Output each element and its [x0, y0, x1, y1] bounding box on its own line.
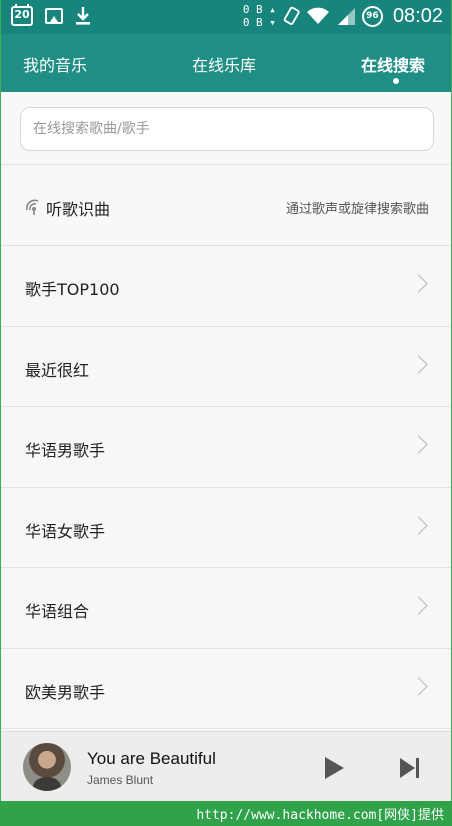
list-item-chinese-group[interactable]: 华语组合 — [1, 568, 451, 649]
network-speed: 0 B ▴ 0 B ▾ — [242, 3, 276, 29]
net-up-value: 0 B — [242, 3, 263, 16]
battery-icon: 96 — [361, 5, 383, 27]
list-item-label: 华语男歌手 — [25, 441, 106, 460]
chevron-right-icon — [409, 676, 428, 696]
list-item-chinese-female[interactable]: 华语女歌手 — [1, 487, 451, 568]
list-item-western-male[interactable]: 欧美男歌手 — [1, 648, 451, 729]
search-input[interactable] — [20, 107, 434, 151]
list-item-label: 歌手TOP100 — [25, 280, 120, 299]
signal-icon — [337, 8, 355, 25]
list-item-label: 华语组合 — [25, 602, 90, 621]
header-tabs: 我的音乐 在线乐库 在线搜索 — [1, 34, 451, 92]
tab-online-search[interactable]: 在线搜索 — [361, 52, 425, 76]
play-icon[interactable] — [323, 756, 345, 780]
footer-strip: http://www.hackhome.com[网侠]提供 — [0, 801, 452, 826]
song-artist: James Blunt — [87, 773, 154, 787]
tab-my-music[interactable]: 我的音乐 — [23, 52, 87, 76]
list-item-singer-top100[interactable]: 歌手TOP100 — [1, 246, 451, 327]
tab-online-library[interactable]: 在线乐库 — [192, 52, 256, 76]
recognition-hint: 通过歌声或旋律搜索歌曲 — [285, 202, 429, 217]
clock: 08:02 — [392, 4, 443, 27]
recognition-title: 听歌识曲 — [46, 200, 111, 219]
net-down-value: 0 B — [242, 16, 263, 29]
mini-player[interactable]: You are Beautiful James Blunt — [1, 731, 451, 801]
phone-screen: 20 0 B ▴ 0 B ▾ 96 08:02 我的音乐 在线乐库 在线搜索 在… — [0, 0, 452, 801]
list-item-label: 最近很红 — [25, 360, 90, 380]
chevron-right-icon — [409, 354, 428, 374]
chevron-right-icon — [409, 515, 428, 535]
song-title: You are Beautiful — [87, 749, 216, 768]
calendar-icon: 20 — [11, 4, 33, 26]
wifi-icon — [306, 7, 329, 24]
search-section — [1, 92, 451, 165]
chevron-right-icon — [409, 274, 428, 293]
category-list: 歌手TOP100 最近很红 华语男歌手 华语女歌手 华语组合 欧美男歌手 — [1, 246, 451, 729]
rotate-icon — [283, 6, 300, 25]
watermark-text: http://www.hackhome.com[网侠]提供 — [196, 808, 444, 823]
list-item-label: 华语女歌手 — [25, 521, 106, 541]
next-track-icon[interactable] — [398, 756, 422, 780]
song-recognition-row[interactable]: 听歌识曲 通过歌声或旋律搜索歌曲 — [1, 166, 451, 246]
list-item-label: 欧美男歌手 — [25, 682, 106, 702]
album-art[interactable] — [23, 743, 71, 791]
sound-wave-icon — [26, 199, 39, 215]
list-item-recently-popular[interactable]: 最近很红 — [1, 326, 451, 407]
download-icon — [75, 6, 91, 26]
chevron-right-icon — [409, 596, 428, 615]
status-bar: 20 0 B ▴ 0 B ▾ 96 08:02 — [1, 0, 451, 34]
list-item-chinese-male[interactable]: 华语男歌手 — [1, 407, 451, 488]
active-tab-indicator — [393, 78, 399, 84]
chevron-right-icon — [409, 435, 428, 454]
image-icon — [45, 8, 63, 24]
